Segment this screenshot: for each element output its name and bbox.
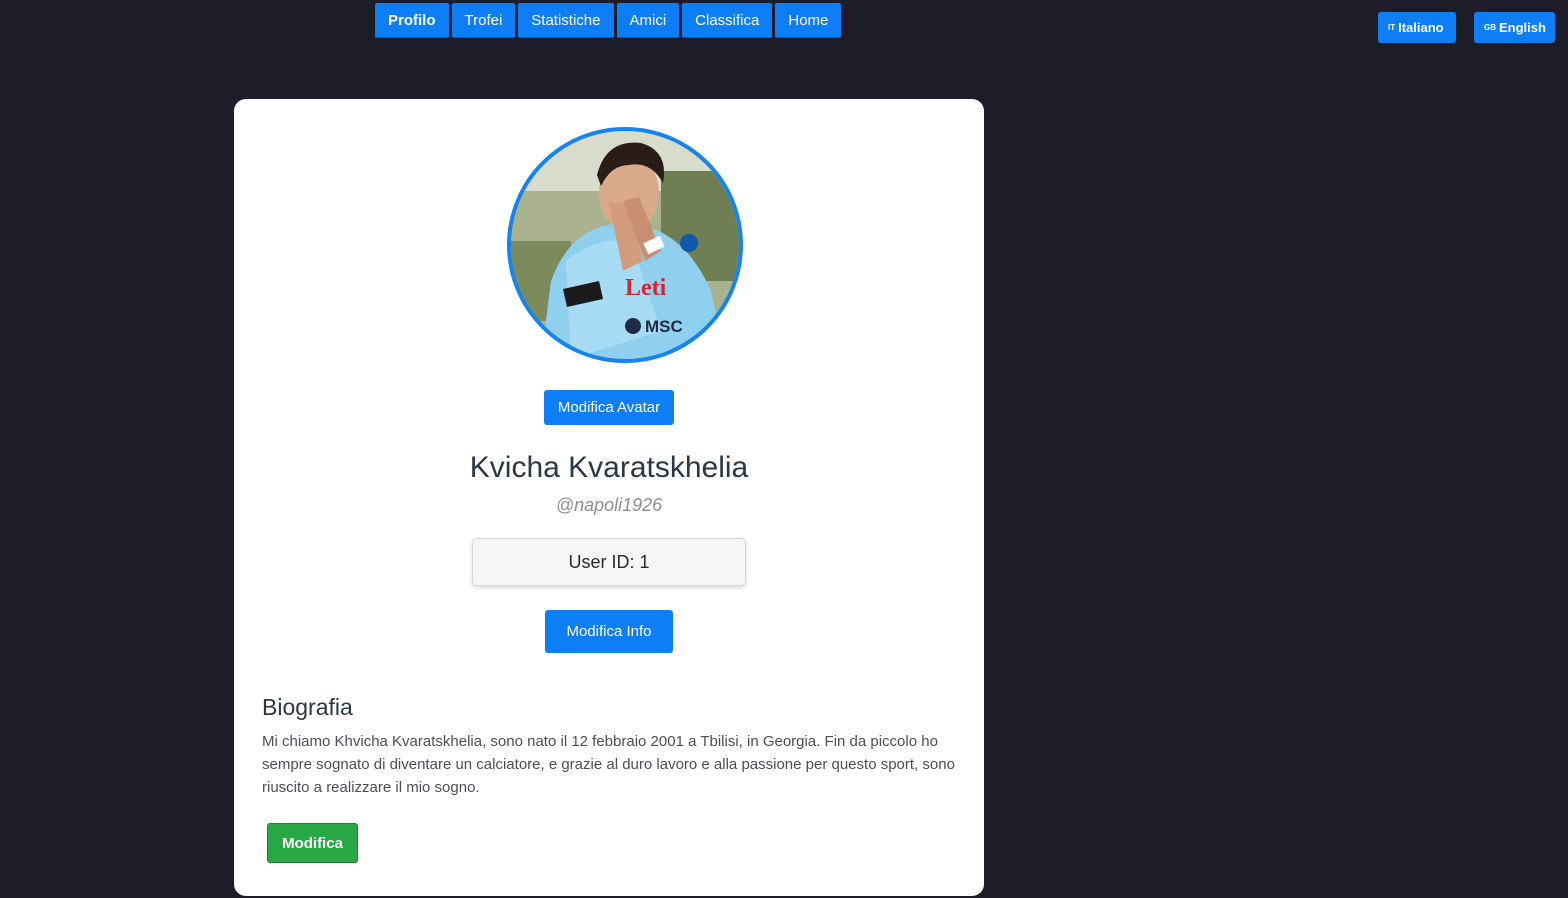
avatar-image: Leti MSC xyxy=(511,131,739,359)
language-italiano-label: Italiano xyxy=(1398,20,1444,35)
edit-info-button[interactable]: Modifica Info xyxy=(545,610,673,653)
nav-amici-button[interactable]: Amici xyxy=(616,3,680,38)
nav-trofei-button[interactable]: Trofei xyxy=(451,3,516,38)
edit-avatar-button[interactable]: Modifica Avatar xyxy=(544,390,674,425)
profile-name: Kvicha Kvaratskhelia xyxy=(469,451,749,484)
avatar: Leti MSC xyxy=(507,127,743,363)
top-navigation: Profilo Trofei Statistiche Amici Classif… xyxy=(375,3,842,38)
profile-card: Leti MSC Modifica Avatar Kvicha Kvaratsk… xyxy=(234,99,984,896)
profile-handle: @napoli1926 xyxy=(555,495,663,515)
language-italiano-button[interactable]: IT Italiano xyxy=(1378,12,1456,43)
nav-statistiche-button[interactable]: Statistiche xyxy=(518,3,614,38)
jersey-text: Leti xyxy=(625,275,667,301)
edit-bio-button[interactable]: Modifica xyxy=(267,823,358,863)
bio-heading: Biografia xyxy=(262,694,353,720)
italy-flag-icon: IT xyxy=(1388,23,1396,32)
jersey-sponsor-text: MSC xyxy=(645,317,683,336)
language-english-button[interactable]: GB English xyxy=(1474,12,1555,43)
language-english-label: English xyxy=(1499,20,1546,35)
nav-profilo-button[interactable]: Profilo xyxy=(375,3,449,38)
uk-flag-icon: GB xyxy=(1484,23,1496,32)
nav-classifica-button[interactable]: Classifica xyxy=(682,3,773,38)
bio-text: Mi chiamo Khvicha Kvaratskhelia, sono na… xyxy=(262,733,955,796)
nav-home-button[interactable]: Home xyxy=(775,3,842,38)
user-id-box: User ID: 1 xyxy=(472,538,746,586)
